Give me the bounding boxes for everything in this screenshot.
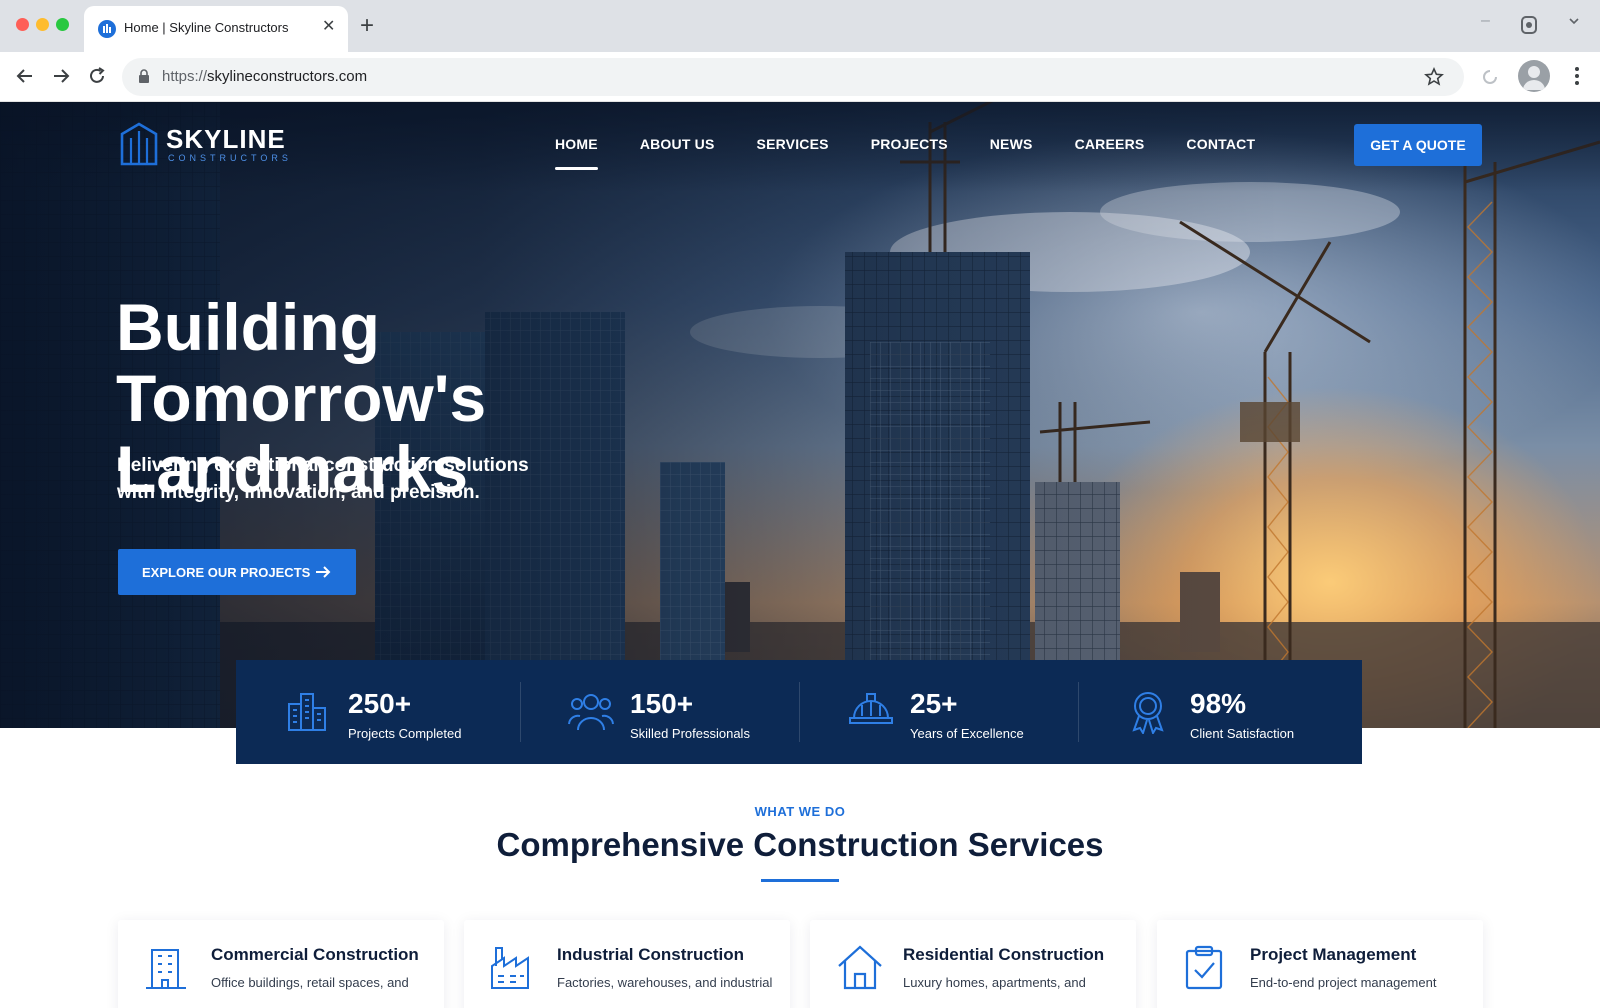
service-title: Project Management — [1250, 945, 1417, 964]
arrow-right-icon — [316, 566, 331, 578]
hero-section: SKYLINE CONSTRUCTORS HOME ABOUT US SERVI… — [0, 102, 1600, 728]
close-window-button[interactable] — [16, 18, 29, 31]
stat-label: Years of Excellence — [910, 726, 1024, 741]
get-a-quote-button[interactable]: GET A QUOTE — [1354, 124, 1482, 166]
stat-divider — [799, 682, 800, 742]
back-icon[interactable] — [14, 65, 36, 92]
hero-subheading-line-2: with integrity, innovation, and precisio… — [117, 482, 480, 503]
close-icon[interactable]: ✕ — [322, 18, 335, 36]
forward-icon[interactable] — [50, 65, 72, 92]
service-title: Industrial Construction — [557, 945, 744, 964]
stat-value: 150+ — [630, 688, 694, 719]
minimize-window-button[interactable] — [36, 18, 49, 31]
main-navigation: HOME ABOUT US SERVICES PROJECTS NEWS CAR… — [555, 136, 1297, 170]
menu-icon[interactable] — [1574, 66, 1580, 91]
url-text[interactable]: https://skylineconstructors.com — [162, 68, 367, 85]
service-title: Commercial Construction — [211, 945, 419, 964]
stat-divider — [520, 682, 521, 742]
house-icon — [838, 945, 882, 990]
factory-icon — [491, 947, 529, 989]
nav-item-news[interactable]: NEWS — [990, 136, 1033, 160]
stat-value: 25+ — [910, 688, 958, 719]
service-description: End-to-end project management — [1250, 975, 1437, 990]
service-description: Factories, warehouses, and industrial — [557, 975, 773, 990]
browser-tab-active[interactable]: Home | Skyline Constructors ✕ — [84, 6, 348, 52]
site-logo[interactable]: SKYLINE CONSTRUCTORS — [118, 122, 288, 171]
section-eyebrow: WHAT WE DO — [754, 804, 846, 819]
service-card-residential[interactable]: Residential Construction Luxury homes, a… — [810, 920, 1136, 1008]
skyline-logo-icon — [120, 122, 158, 166]
clipboard-check-icon — [1185, 945, 1223, 990]
stat-value: 250+ — [348, 688, 412, 719]
nav-item-contact[interactable]: CONTACT — [1186, 136, 1255, 160]
history-icon[interactable] — [1479, 66, 1501, 93]
explore-projects-button[interactable]: EXPLORE OUR PROJECTS — [118, 549, 356, 595]
site-favicon-icon — [98, 20, 116, 38]
stat-value: 98% — [1190, 688, 1247, 719]
service-description: Office buildings, retail spaces, and — [211, 975, 409, 990]
nav-item-projects[interactable]: PROJECTS — [871, 136, 948, 160]
logo-tagline: CONSTRUCTORS — [168, 153, 292, 163]
profile-icon[interactable] — [1518, 60, 1550, 92]
stat-label: Projects Completed — [348, 726, 462, 741]
stat-divider — [1078, 682, 1079, 742]
lock-icon[interactable] — [138, 69, 150, 88]
hero-headline-line-1: Building — [116, 290, 380, 364]
maximize-window-button[interactable] — [56, 18, 69, 31]
service-card-commercial[interactable]: Commercial Construction Office buildings… — [118, 920, 444, 1008]
nav-item-home[interactable]: HOME — [555, 136, 598, 170]
hero-subheading: Delivering exceptional construction solu… — [117, 452, 537, 506]
section-title-underline — [761, 879, 839, 882]
service-card-project-management[interactable]: Project Management End-to-end project ma… — [1157, 920, 1483, 1008]
nav-item-about-us[interactable]: ABOUT US — [640, 136, 715, 160]
star-icon[interactable] — [1424, 67, 1444, 92]
url-host: skylineconstructors.com — [207, 68, 368, 85]
nav-item-careers[interactable]: CAREERS — [1075, 136, 1145, 160]
office-building-icon — [146, 949, 186, 989]
stats-band: 250+ Projects Completed 150+ Skilled Pro… — [236, 660, 1362, 764]
browser-tab-bar: Home | Skyline Constructors ✕ + – — [0, 0, 1600, 52]
hard-hat-icon — [849, 693, 893, 724]
extension-icon[interactable] — [1520, 15, 1538, 40]
nav-item-services[interactable]: SERVICES — [757, 136, 829, 160]
minimize-icon[interactable]: – — [1481, 12, 1490, 30]
service-description: Luxury homes, apartments, and — [903, 975, 1086, 990]
plus-icon[interactable]: + — [360, 12, 374, 40]
section-title: Comprehensive Construction Services — [496, 826, 1104, 863]
service-card-industrial[interactable]: Industrial Construction Factories, wareh… — [464, 920, 790, 1008]
service-title: Residential Construction — [903, 945, 1105, 964]
explore-projects-label: EXPLORE OUR PROJECTS — [142, 564, 311, 580]
tab-title: Home | Skyline Constructors — [124, 20, 289, 35]
award-icon — [1132, 692, 1164, 734]
browser-toolbar: https://skylineconstructors.com — [0, 52, 1600, 102]
chevron-down-icon[interactable] — [1568, 14, 1580, 32]
team-icon — [568, 694, 614, 731]
logo-name: SKYLINE — [166, 124, 286, 154]
url-scheme: https:// — [162, 68, 208, 85]
address-bar[interactable]: https://skylineconstructors.com — [122, 58, 1464, 96]
buildings-icon — [288, 693, 326, 731]
hero-subheading-line-1: Delivering exceptional construction solu… — [117, 455, 529, 476]
stat-label: Skilled Professionals — [630, 726, 750, 741]
stat-label: Client Satisfaction — [1190, 726, 1295, 741]
reload-icon[interactable] — [86, 65, 108, 92]
